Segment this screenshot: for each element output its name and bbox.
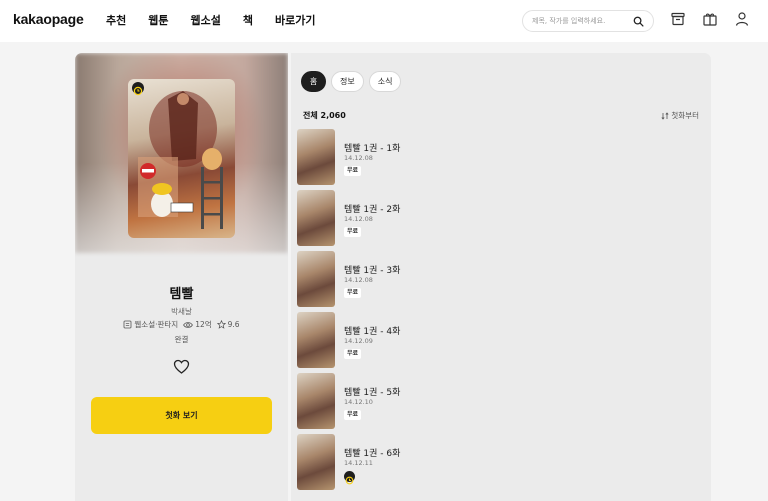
free-badge: 무료 <box>344 288 362 298</box>
episode-title: 템빨 1권 - 4화 <box>344 327 401 337</box>
tab-home[interactable]: 홈 <box>301 71 326 92</box>
episode-thumbnail <box>297 190 335 246</box>
episode-row[interactable]: 템빨 1권 - 3화 14.12.08 무료 <box>297 251 707 312</box>
nav-item-webtoon[interactable]: 웹툰 <box>148 12 168 28</box>
episode-thumbnail <box>297 251 335 307</box>
episode-row[interactable]: 템빨 1권 - 1화 14.12.08 무료 <box>297 129 707 190</box>
work-status: 완결 <box>174 335 189 344</box>
episode-date: 14.12.08 <box>344 276 373 284</box>
episode-date: 14.12.09 <box>344 337 373 345</box>
gift-icon[interactable] <box>702 11 718 27</box>
episode-total: 전체 2,060 <box>303 111 346 120</box>
free-badge: 무료 <box>344 227 362 237</box>
episode-thumbnail <box>297 373 335 429</box>
book-icon <box>124 320 132 329</box>
episode-row[interactable]: 템빨 1권 - 6화 14.12.11 <box>297 434 707 495</box>
search-input[interactable] <box>532 14 632 28</box>
work-views: 12억 <box>195 320 212 329</box>
episode-row[interactable]: 템빨 1권 - 5화 14.12.10 무료 <box>297 373 707 434</box>
search-box <box>522 10 654 32</box>
sort-icon <box>661 111 669 120</box>
work-genre: 웹소설·판타지 <box>134 320 179 329</box>
episode-panel: 홈 정보 소식 전체 2,060 첫화부터 템빨 1권 - 1화 14.12.0… <box>291 53 711 501</box>
episode-date: 14.12.10 <box>344 398 373 406</box>
wait-free-icon <box>344 471 355 485</box>
kakaopage-logo[interactable]: kakaopage <box>13 11 84 27</box>
episode-thumbnail <box>297 434 335 490</box>
tab-news[interactable]: 소식 <box>368 71 402 92</box>
eye-icon <box>183 321 194 328</box>
episode-title: 템빨 1권 - 1화 <box>344 144 401 154</box>
cover-artwork <box>138 91 223 229</box>
user-icon[interactable] <box>734 11 750 27</box>
archive-icon[interactable] <box>670 11 686 27</box>
work-title: 템빨 <box>169 287 194 302</box>
episode-date: 14.12.08 <box>344 215 373 223</box>
free-badge: 무료 <box>344 410 362 420</box>
tab-info[interactable]: 정보 <box>331 71 364 92</box>
cover-image <box>128 79 235 238</box>
episode-date: 14.12.08 <box>344 154 373 162</box>
nav-item-recommend[interactable]: 추천 <box>106 12 126 28</box>
free-badge: 무료 <box>344 349 362 359</box>
episode-thumbnail <box>297 129 335 185</box>
episode-thumbnail <box>297 312 335 368</box>
top-header: kakaopage 추천 웹툰 웹소설 책 바로가기 <box>0 0 768 42</box>
work-rating: 9.6 <box>227 320 240 329</box>
free-badge: 무료 <box>344 166 362 176</box>
main-nav: 추천 웹툰 웹소설 책 바로가기 <box>106 12 315 28</box>
nav-item-shortcut[interactable]: 바로가기 <box>275 12 315 28</box>
sort-label: 첫화부터 <box>671 111 699 120</box>
nav-item-webnovel[interactable]: 웹소설 <box>191 12 221 28</box>
nav-item-book[interactable]: 책 <box>243 12 253 28</box>
first-episode-button[interactable]: 첫화 보기 <box>91 397 272 434</box>
episode-title: 템빨 1권 - 3화 <box>344 266 401 276</box>
tab-bar: 홈 정보 소식 <box>301 71 402 92</box>
heart-icon[interactable] <box>173 359 190 375</box>
work-info-card: 템빨 박새날 웹소설·판타지 12억 9.6 완결 첫화 보기 <box>75 53 288 501</box>
episode-title: 템빨 1권 - 5화 <box>344 388 401 398</box>
episode-row[interactable]: 템빨 1권 - 2화 14.12.08 무료 <box>297 190 707 251</box>
sort-button[interactable]: 첫화부터 <box>661 110 699 121</box>
episode-title: 템빨 1권 - 2화 <box>344 205 401 215</box>
episode-list: 템빨 1권 - 1화 14.12.08 무료 템빨 1권 - 2화 14.12.… <box>297 129 707 495</box>
work-meta: 웹소설·판타지 12억 9.6 <box>75 319 288 330</box>
episode-row[interactable]: 템빨 1권 - 4화 14.12.09 무료 <box>297 312 707 373</box>
episode-date: 14.12.11 <box>344 459 373 467</box>
search-icon[interactable] <box>633 16 644 27</box>
work-author: 박새날 <box>171 307 192 316</box>
episode-title: 템빨 1권 - 6화 <box>344 449 401 459</box>
star-icon <box>216 320 226 329</box>
clock-badge-icon <box>132 82 144 96</box>
